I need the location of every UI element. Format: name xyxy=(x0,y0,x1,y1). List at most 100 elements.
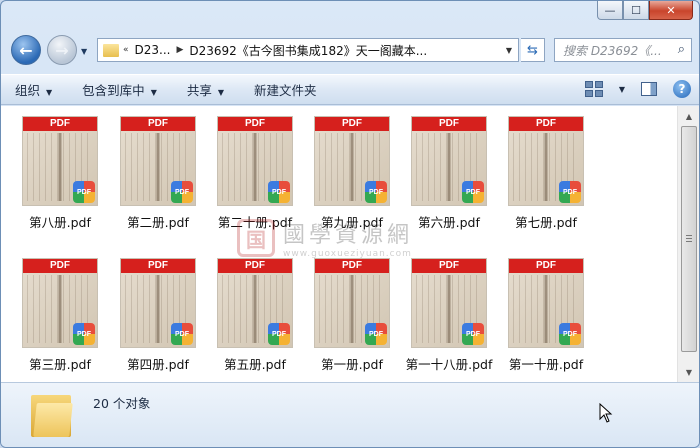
pdf-thumbnail: PDF PDF xyxy=(120,116,196,206)
pdf-app-icon: PDF xyxy=(268,181,290,203)
pdf-thumbnail: PDF PDF xyxy=(120,258,196,348)
command-bar: 组织 ▼ 包含到库中 ▼ 共享 ▼ 新建文件夹 ▼ ? xyxy=(1,74,699,105)
back-arrow-icon: ← xyxy=(19,40,33,60)
file-name: 第二册.pdf xyxy=(127,215,189,230)
file-item[interactable]: PDF PDF 第四册.pdf xyxy=(110,254,206,378)
refresh-button[interactable]: ⇆ xyxy=(521,38,545,62)
file-item[interactable]: PDF PDF 第三册.pdf xyxy=(12,254,108,378)
new-folder-button[interactable]: 新建文件夹 xyxy=(254,80,317,99)
file-item[interactable]: PDF PDF 第一册.pdf xyxy=(304,254,400,378)
item-count: 20 个对象 xyxy=(93,396,151,411)
pdf-app-icon: PDF xyxy=(462,181,484,203)
pdf-thumbnail: PDF PDF xyxy=(411,116,487,206)
search-placeholder: 搜索 D23692《... xyxy=(563,43,662,58)
folder-large-icon xyxy=(31,391,73,437)
folder-icon xyxy=(103,43,119,57)
pdf-band: PDF xyxy=(412,259,486,273)
preview-pane-icon[interactable] xyxy=(641,82,657,96)
file-name: 第一十八册.pdf xyxy=(405,357,493,372)
forward-button[interactable]: → xyxy=(47,35,77,65)
navigation-bar: ← → ▼ « D23... ▶ D23692《古今图书集成182》天一阁藏本.… xyxy=(1,31,699,69)
pdf-thumbnail: PDF PDF xyxy=(314,116,390,206)
chevron-down-icon: ▼ xyxy=(46,88,53,97)
file-name: 第七册.pdf xyxy=(515,215,577,230)
refresh-icon: ⇆ xyxy=(527,42,538,58)
overflow-chevron[interactable]: « xyxy=(123,45,129,55)
pdf-band: PDF xyxy=(315,259,389,273)
file-item[interactable]: PDF PDF 第八册.pdf xyxy=(12,112,108,236)
pdf-band: PDF xyxy=(121,117,195,131)
address-dropdown-icon[interactable]: ▼ xyxy=(506,46,512,55)
pdf-thumbnail: PDF PDF xyxy=(508,258,584,348)
pdf-thumbnail: PDF PDF xyxy=(22,116,98,206)
file-name: 第一册.pdf xyxy=(321,357,383,372)
pdf-band: PDF xyxy=(509,117,583,131)
pdf-band: PDF xyxy=(315,117,389,131)
breadcrumb-segment-1[interactable]: D23... xyxy=(135,43,171,57)
close-button[interactable]: ✕ xyxy=(649,1,693,20)
view-controls: ▼ ? xyxy=(584,80,691,98)
scroll-up-icon[interactable]: ▲ xyxy=(681,108,697,124)
pdf-band: PDF xyxy=(218,259,292,273)
file-item[interactable]: PDF PDF 第五册.pdf xyxy=(207,254,303,378)
forward-arrow-icon: → xyxy=(55,40,69,60)
include-library-label: 包含到库中 xyxy=(82,83,145,98)
watermark-url: www.guoxueziyuan.com xyxy=(283,249,412,259)
caption-buttons: — ☐ ✕ xyxy=(597,1,693,21)
chevron-down-icon: ▼ xyxy=(150,88,157,97)
pdf-app-icon: PDF xyxy=(462,323,484,345)
include-library-menu[interactable]: 包含到库中 ▼ xyxy=(82,80,157,99)
file-name: 第三册.pdf xyxy=(29,357,91,372)
watermark-title: 國學資源網 xyxy=(283,223,414,248)
pdf-band: PDF xyxy=(412,117,486,131)
pdf-app-icon: PDF xyxy=(365,323,387,345)
recent-pages-dropdown[interactable]: ▼ xyxy=(81,47,87,56)
file-name: 第五册.pdf xyxy=(224,357,286,372)
watermark-seal: 国 xyxy=(237,219,275,257)
pdf-thumbnail: PDF PDF xyxy=(314,258,390,348)
explorer-window: — ☐ ✕ ← → ▼ « D23... ▶ D23692《古今图书集成182》… xyxy=(0,0,700,448)
pdf-app-icon: PDF xyxy=(268,323,290,345)
file-item[interactable]: PDF PDF 第一十册.pdf xyxy=(498,254,594,378)
breadcrumb-arrow-icon[interactable]: ▶ xyxy=(176,45,183,55)
file-item[interactable]: PDF PDF 第七册.pdf xyxy=(498,112,594,236)
pdf-band: PDF xyxy=(121,259,195,273)
organize-menu[interactable]: 组织 ▼ xyxy=(15,80,52,99)
pdf-thumbnail: PDF PDF xyxy=(217,116,293,206)
pdf-band: PDF xyxy=(218,117,292,131)
scroll-down-icon[interactable]: ▼ xyxy=(681,364,697,380)
help-icon[interactable]: ? xyxy=(673,80,691,98)
search-icon[interactable]: ⌕ xyxy=(678,42,685,57)
vertical-scrollbar[interactable]: ▲ ▼ xyxy=(677,106,699,382)
details-pane: 20 个对象 xyxy=(1,382,699,447)
pdf-app-icon: PDF xyxy=(73,181,95,203)
new-folder-label: 新建文件夹 xyxy=(254,83,317,98)
share-label: 共享 xyxy=(186,83,212,98)
back-button[interactable]: ← xyxy=(11,35,41,65)
pdf-thumbnail: PDF PDF xyxy=(411,258,487,348)
file-list[interactable]: PDF PDF 第八册.pdf PDF PDF 第二册.pdf PDF PDF 第二十… xyxy=(1,106,677,382)
pdf-app-icon: PDF xyxy=(171,181,193,203)
file-name: 第八册.pdf xyxy=(29,215,91,230)
pdf-app-icon: PDF xyxy=(365,181,387,203)
file-item[interactable]: PDF PDF 第一十八册.pdf xyxy=(401,254,497,378)
view-dropdown-icon[interactable]: ▼ xyxy=(619,85,625,94)
scroll-thumb[interactable] xyxy=(681,126,697,352)
pdf-thumbnail: PDF PDF xyxy=(217,258,293,348)
share-menu[interactable]: 共享 ▼ xyxy=(187,80,224,99)
pdf-app-icon: PDF xyxy=(73,323,95,345)
mouse-cursor-icon xyxy=(599,403,613,423)
minimize-button[interactable]: — xyxy=(597,1,623,20)
address-bar[interactable]: « D23... ▶ D23692《古今图书集成182》天一阁藏本... ▼ xyxy=(97,38,519,62)
file-item[interactable]: PDF PDF 第二册.pdf xyxy=(110,112,206,236)
maximize-button[interactable]: ☐ xyxy=(623,1,649,20)
pdf-app-icon: PDF xyxy=(171,323,193,345)
pdf-app-icon: PDF xyxy=(559,181,581,203)
file-name: 第四册.pdf xyxy=(127,357,189,372)
breadcrumb-segment-2[interactable]: D23692《古今图书集成182》天一阁藏本... xyxy=(189,42,427,59)
change-view-icon[interactable] xyxy=(584,81,603,97)
pdf-band: PDF xyxy=(23,259,97,273)
organize-label: 组织 xyxy=(15,83,41,98)
search-input[interactable]: 搜索 D23692《... ⌕ xyxy=(554,38,692,62)
pdf-band: PDF xyxy=(23,117,97,131)
